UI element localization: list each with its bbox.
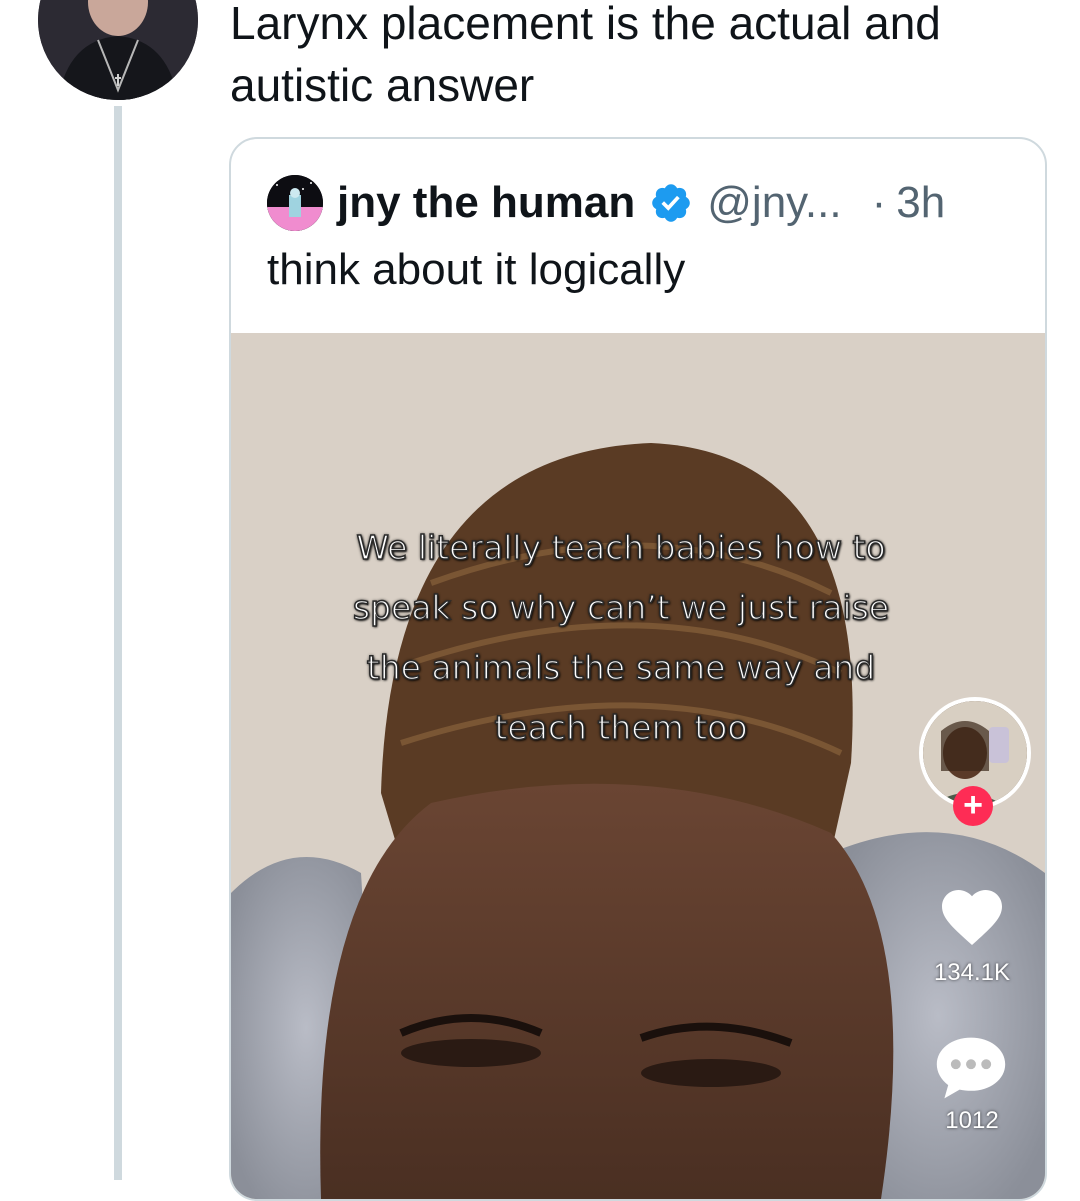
quoted-author-avatar[interactable]	[267, 175, 323, 231]
heart-icon[interactable]	[935, 881, 1009, 947]
author-avatar[interactable]	[38, 0, 198, 100]
comment-count: 1012	[945, 1107, 999, 1134]
video-caption: We literally teach babies how to speak s…	[352, 527, 890, 748]
comment-icon[interactable]	[933, 1033, 1009, 1103]
reply-text: Larynx placement is the actual and autis…	[230, 0, 941, 111]
verified-badge-icon	[652, 184, 691, 222]
quoted-timestamp[interactable]: 3h	[896, 178, 945, 228]
thread-connector-line	[114, 106, 122, 1180]
quoted-handle[interactable]: @jny...	[707, 178, 841, 228]
like-count: 134.1K	[933, 959, 1011, 986]
video-thumbnail[interactable]: We literally teach babies how to speak s…	[231, 333, 1045, 1199]
separator-dot: ·	[871, 178, 887, 227]
quoted-tweet-text: think about it logically	[267, 245, 686, 294]
quoted-tweet-card[interactable]: jny the human @jny... · 3h think about i…	[229, 137, 1047, 1201]
quoted-display-name[interactable]: jny the human	[337, 178, 635, 228]
quoted-tweet-header: jny the human @jny... · 3h	[267, 175, 945, 231]
follow-button[interactable]: +	[953, 786, 993, 826]
